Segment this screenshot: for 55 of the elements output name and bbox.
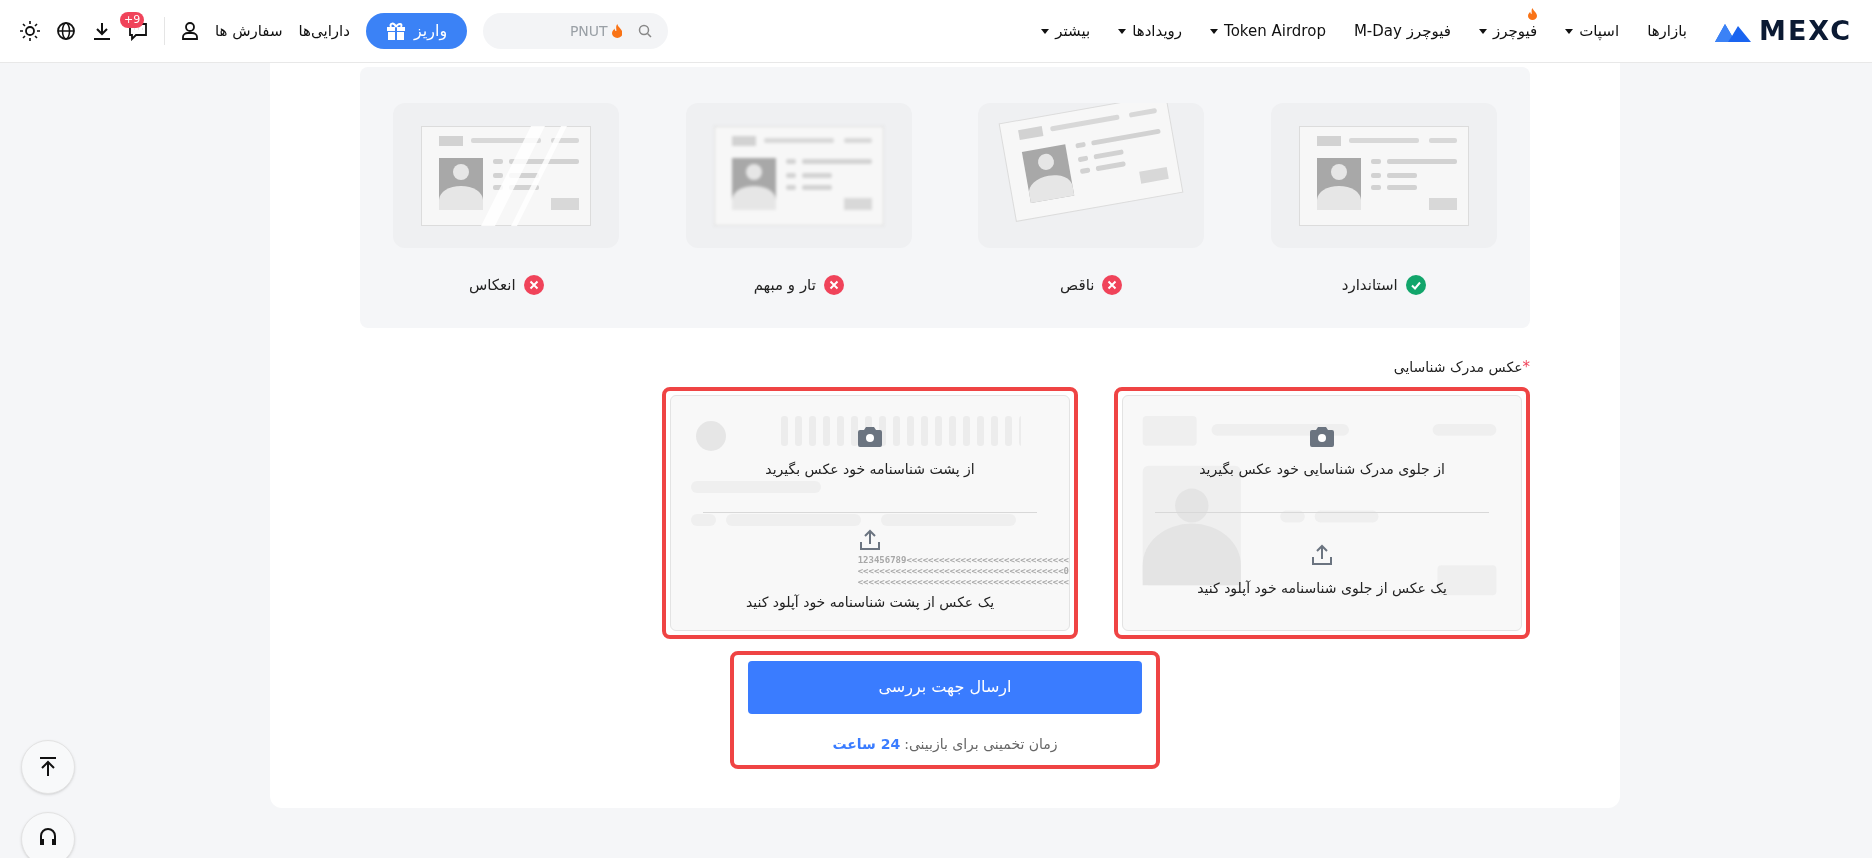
example-label: تار و مبهم — [753, 275, 816, 296]
logo-text[interactable]: MEXC — [1759, 10, 1852, 52]
error-icon — [823, 275, 844, 296]
sun-icon[interactable] — [20, 21, 40, 41]
capture-text: از جلوی مدرک شناسایی خود عکس بگیرید — [1199, 460, 1445, 480]
search-icon — [638, 24, 653, 38]
upload-icon — [859, 529, 881, 552]
arrow-up-icon — [39, 757, 57, 777]
eta-label: زمان تخمینی برای بازبینی: — [904, 734, 1058, 755]
header-link[interactable]: سفارش ها — [215, 19, 283, 43]
gift-icon — [385, 22, 406, 40]
upload-icon — [1311, 543, 1333, 566]
caret-icon — [1478, 28, 1487, 34]
headset-icon — [38, 827, 58, 847]
example-label: ناقص — [1060, 275, 1095, 296]
caret-icon — [1210, 28, 1219, 34]
upload-text: یک عکس از پشت شناسنامه خود آپلود کنید — [745, 593, 995, 613]
nav-link[interactable]: بازارها — [1647, 5, 1687, 43]
nav-link[interactable]: بیشتر — [1041, 5, 1091, 43]
field-label: عکس مدرک شناسایی — [1393, 357, 1523, 378]
download-icon[interactable] — [92, 21, 112, 41]
nav-link[interactable]: فیوچرز — [1478, 5, 1538, 43]
header-link[interactable]: دارایی‌ها — [298, 19, 350, 43]
mrz-line: 123456789<<<<<<<<<<<<<<<<<<<<<<<<<<<<<< — [857, 555, 1069, 567]
camera-icon — [858, 427, 882, 448]
flame-icon — [611, 24, 623, 38]
support-button[interactable] — [21, 812, 75, 858]
nav-link[interactable]: رویدادها — [1118, 5, 1183, 43]
caret-icon — [1565, 28, 1574, 34]
upload-card[interactable]: از جلوی مدرک شناسایی خود عکس بگیرید یک عکس از جلوی شناسنامه خود آپلود کنید — [1122, 394, 1522, 631]
required-mark: * — [1522, 357, 1530, 378]
check-icon — [1405, 275, 1426, 296]
example-label: انعکاس — [468, 275, 516, 296]
back-to-top-button[interactable] — [21, 740, 75, 794]
mrz-line: <<<<<<<<<<<<<<<<<<<<<<<<<<<<<<<<<<<<<<< — [857, 577, 1069, 589]
flame-icon — [1528, 7, 1538, 20]
deposit-button[interactable]: واریز — [365, 13, 468, 49]
nav-link[interactable]: اسپات — [1565, 5, 1620, 43]
caret-icon — [1118, 28, 1127, 34]
error-icon — [523, 275, 544, 296]
nav-link[interactable]: Token Airdrop — [1210, 5, 1326, 43]
eta-value: 24 ساعت — [832, 734, 901, 754]
user-icon[interactable] — [181, 22, 199, 40]
example-label: استاندارد — [1341, 275, 1398, 296]
search-field[interactable]: PNUT — [483, 13, 669, 49]
capture-text: از پشت شناسنامه خود عکس بگیرید — [765, 460, 975, 480]
globe-icon[interactable] — [56, 21, 76, 41]
notification-badge: +9 — [120, 12, 145, 28]
search-input[interactable]: PNUT — [517, 20, 608, 42]
upload-text: یک عکس از جلوی شناسنامه خود آپلود کنید — [1197, 578, 1447, 599]
submit-button[interactable]: ارسال جهت بررسی — [748, 660, 1142, 714]
mrz-line: <<<<<<<<<<<<<<<<<<<<<<<<<<<<<<<<<<<<<<0 — [857, 566, 1069, 578]
caret-icon — [1041, 28, 1050, 34]
error-icon — [1102, 275, 1123, 296]
nav-link[interactable]: فیوچرز M-Day — [1353, 5, 1451, 43]
